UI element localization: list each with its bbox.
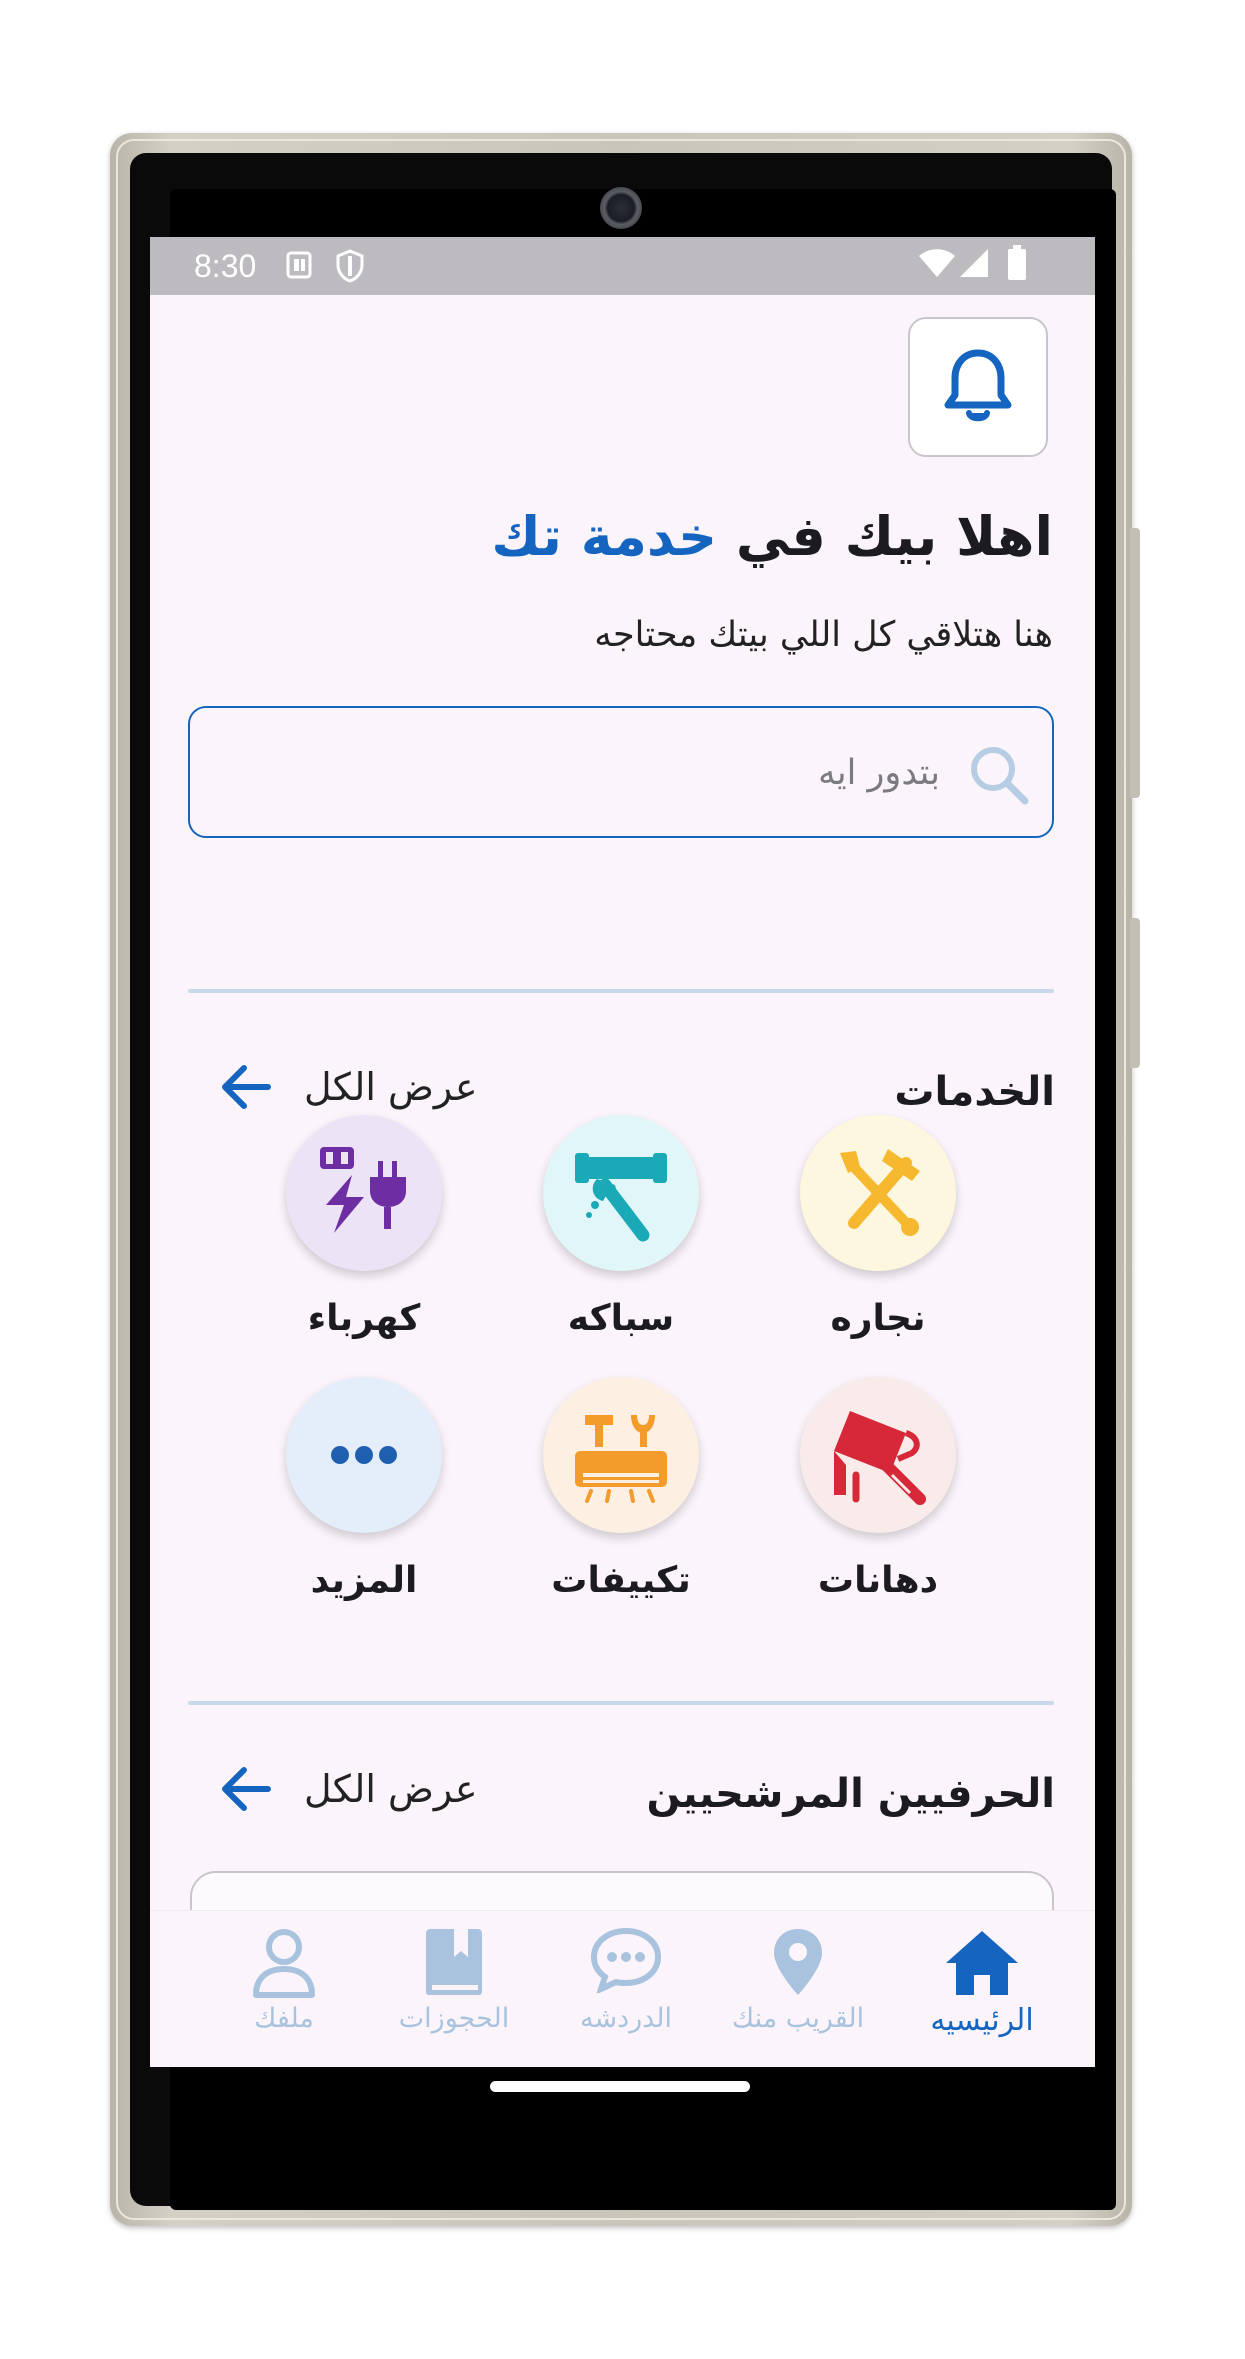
more-dots-icon [331, 1446, 397, 1464]
nav-nearby-label: القريب منك [731, 2003, 865, 2034]
service-more-label: المزيد [310, 1560, 418, 1601]
service-plumbing[interactable]: سباكه [501, 1115, 741, 1355]
power-button [1130, 918, 1140, 1068]
service-painting-label: دهانات [817, 1560, 939, 1601]
home-indicator[interactable] [490, 2081, 750, 2092]
service-more[interactable]: المزيد [244, 1377, 484, 1617]
battery-icon [1007, 245, 1027, 289]
status-time: 8:30 [194, 248, 257, 284]
service-air-conditioning[interactable]: تكييفات [501, 1377, 741, 1617]
search-box[interactable] [188, 706, 1054, 838]
service-electricity-circle [286, 1115, 442, 1271]
services-title: الخدمات [894, 1069, 1055, 1115]
arrow-left-icon [222, 1065, 271, 1109]
signal-icon [958, 247, 990, 287]
front-camera-icon [600, 187, 642, 229]
profile-icon [252, 1927, 316, 2003]
nav-home-label: الرئيسيه [930, 2003, 1034, 2038]
carpentry-tools-icon [840, 1149, 920, 1236]
service-electricity-label: كهرباء [307, 1298, 421, 1339]
app-screen: 8:30 اهلا بيك في خدمة تك هنا هتلاقي كل ا… [150, 237, 1095, 2067]
services-view-all-label: عرض الكل [304, 1065, 478, 1109]
nav-nearby[interactable]: القريب منك [708, 1911, 888, 2067]
bottom-navigation: الرئيسيه القريب منك الدردشه الحجوزات ملف… [150, 1910, 1095, 2067]
service-air-conditioning-label: تكييفات [551, 1560, 691, 1601]
service-plumbing-label: سباكه [567, 1298, 675, 1339]
paint-roller-icon [834, 1411, 926, 1505]
sim-card-icon [285, 249, 315, 289]
electric-plug-icon [320, 1147, 406, 1233]
service-air-conditioning-circle [543, 1377, 699, 1533]
welcome-title: اهلا بيك في خدمة تك [491, 505, 1053, 568]
welcome-prefix: اهلا بيك في [717, 505, 1053, 568]
shield-icon [335, 249, 365, 291]
section-divider [188, 1701, 1054, 1705]
home-icon [942, 1927, 1022, 2001]
section-divider [188, 989, 1054, 993]
nav-home[interactable]: الرئيسيه [892, 1911, 1072, 2067]
wifi-icon [918, 247, 956, 287]
service-plumbing-circle [543, 1115, 699, 1271]
brand-name: خدمة تك [491, 505, 718, 568]
bell-icon [944, 349, 1012, 422]
arrow-left-icon [222, 1767, 271, 1811]
nav-profile[interactable]: ملفك [194, 1911, 374, 2067]
plumbing-icon [575, 1153, 667, 1242]
service-painting[interactable]: دهانات [758, 1377, 998, 1617]
location-pin-icon [771, 1927, 825, 2001]
nav-bookings[interactable]: الحجوزات [364, 1911, 544, 2067]
service-carpentry-label: نجاره [830, 1298, 926, 1339]
craftsmen-title: الحرفيين المرشحيين [646, 1771, 1055, 1817]
air-conditioner-icon [575, 1415, 667, 1503]
nav-chat[interactable]: الدردشه [536, 1911, 716, 2067]
chat-bubble-icon [590, 1927, 662, 1997]
nav-bookings-label: الحجوزات [398, 2003, 510, 2034]
services-view-all-button[interactable]: عرض الكل [218, 1059, 478, 1115]
nav-profile-label: ملفك [254, 2003, 314, 2034]
search-input[interactable] [242, 738, 942, 808]
service-carpentry[interactable]: نجاره [758, 1115, 998, 1355]
service-more-circle [286, 1377, 442, 1533]
welcome-subtitle: هنا هتلاقي كل اللي بيتك محتاجه [594, 615, 1053, 655]
notification-button[interactable] [908, 317, 1048, 457]
nav-chat-label: الدردشه [579, 2003, 673, 2034]
craftsmen-view-all-button[interactable]: عرض الكل [218, 1761, 478, 1817]
bookmark-book-icon [424, 1927, 484, 2001]
craftsmen-view-all-label: عرض الكل [304, 1767, 478, 1811]
status-bar: 8:30 [150, 237, 1095, 295]
search-icon[interactable] [968, 744, 1030, 810]
service-painting-circle [800, 1377, 956, 1533]
service-electricity[interactable]: كهرباء [244, 1115, 484, 1355]
volume-button [1130, 528, 1140, 798]
service-carpentry-circle [800, 1115, 956, 1271]
